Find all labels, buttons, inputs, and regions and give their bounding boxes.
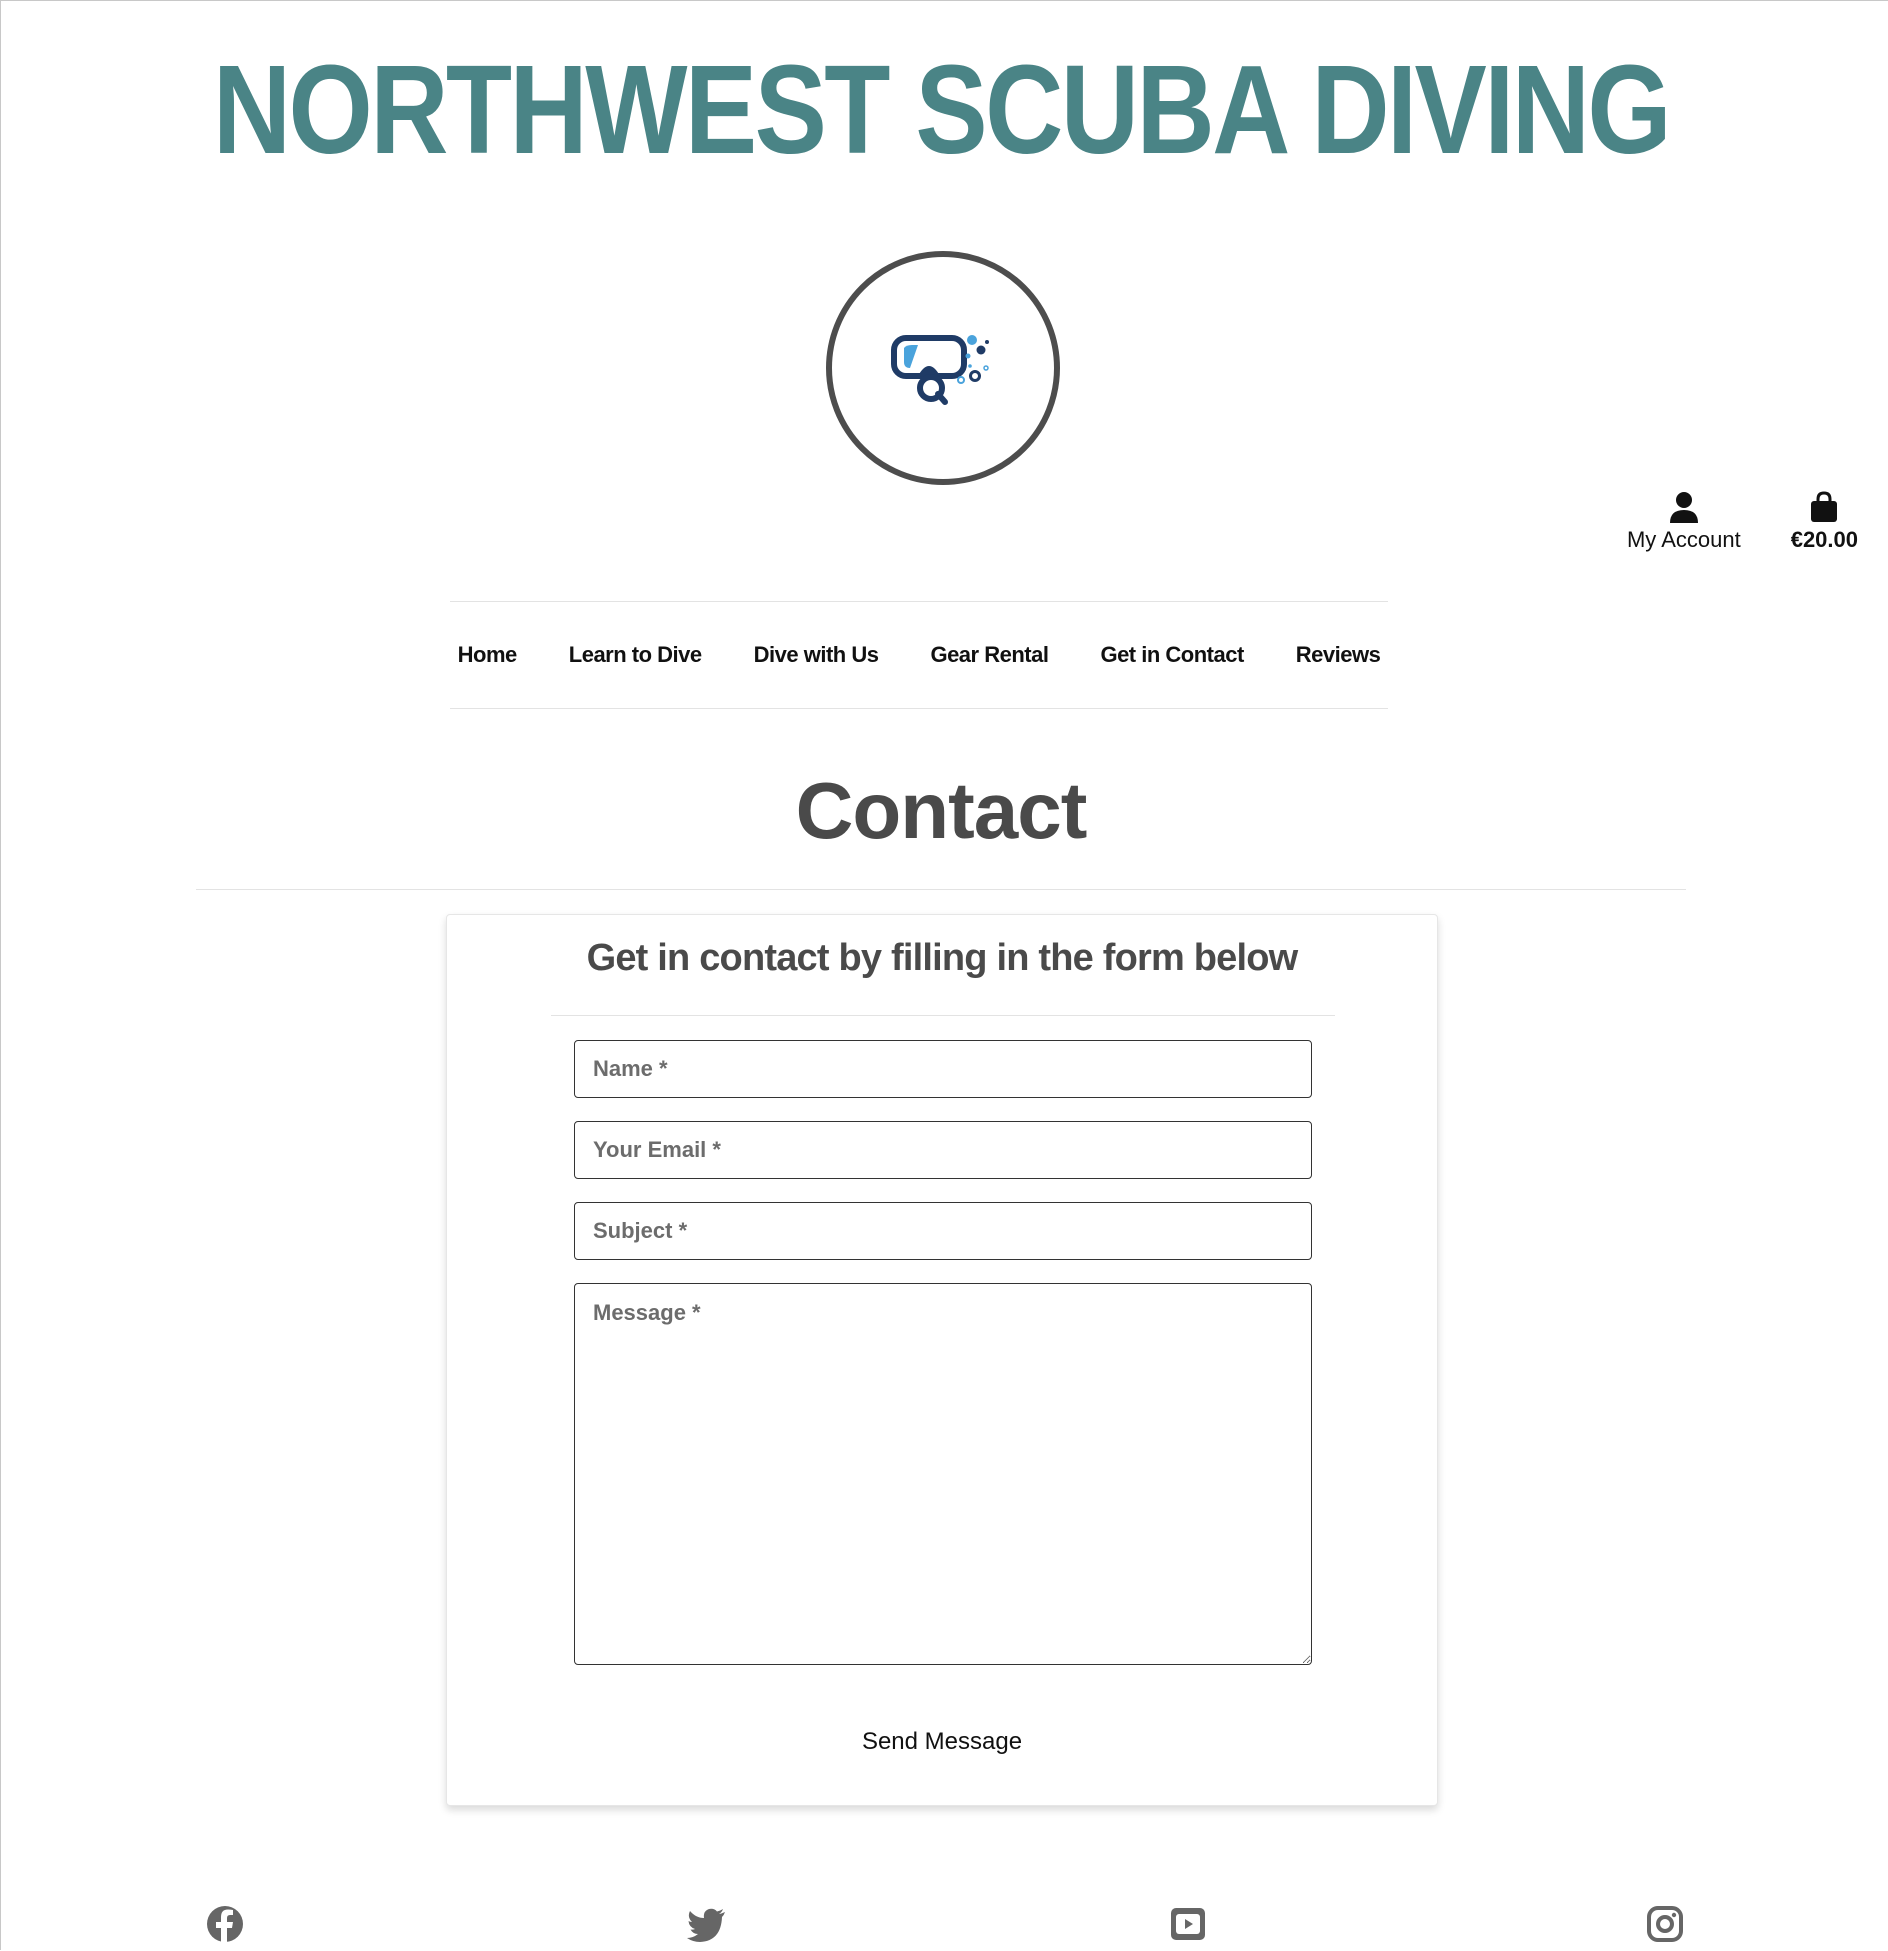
nav-reviews[interactable]: Reviews: [1296, 642, 1381, 668]
nav-learn-to-dive[interactable]: Learn to Dive: [569, 642, 702, 668]
site-title: NORTHWEST SCUBA DIVING: [212, 39, 1672, 180]
my-account-link[interactable]: My Account: [1627, 491, 1741, 553]
nav-dive-with-us[interactable]: Dive with Us: [754, 642, 879, 668]
main-nav: Home Learn to Dive Dive with Us Gear Ren…: [450, 601, 1388, 709]
account-area: My Account €20.00: [1627, 491, 1858, 553]
email-input[interactable]: [574, 1121, 1312, 1179]
divider: [551, 1015, 1335, 1016]
my-account-label: My Account: [1626, 527, 1741, 552]
nav-get-in-contact[interactable]: Get in Contact: [1100, 642, 1244, 668]
shopping-bag-icon: [1811, 491, 1838, 522]
footer: [1, 1904, 1888, 1951]
divider: [196, 889, 1686, 890]
nav-gear-rental[interactable]: Gear Rental: [930, 642, 1049, 668]
youtube-icon[interactable]: [1168, 1904, 1208, 1944]
nav-home[interactable]: Home: [458, 642, 518, 668]
subject-input[interactable]: [574, 1202, 1312, 1260]
user-icon: [1669, 492, 1698, 523]
facebook-icon[interactable]: [205, 1904, 245, 1944]
shopping-bag-link[interactable]: €20.00: [1791, 491, 1858, 553]
twitter-icon[interactable]: [687, 1904, 727, 1944]
site-logo[interactable]: [826, 251, 1060, 485]
diving-mask-icon: [891, 335, 989, 405]
message-textarea[interactable]: [574, 1283, 1312, 1665]
send-message-button[interactable]: Send Message: [447, 1727, 1437, 1757]
form-heading: Get in contact by filling in the form be…: [586, 937, 1299, 979]
name-input[interactable]: [574, 1040, 1312, 1098]
page-title: Contact: [795, 766, 1088, 855]
contact-form-card: Get in contact by filling in the form be…: [446, 914, 1438, 1806]
instagram-icon[interactable]: [1645, 1904, 1685, 1944]
bag-total: €20.00: [1790, 527, 1858, 552]
